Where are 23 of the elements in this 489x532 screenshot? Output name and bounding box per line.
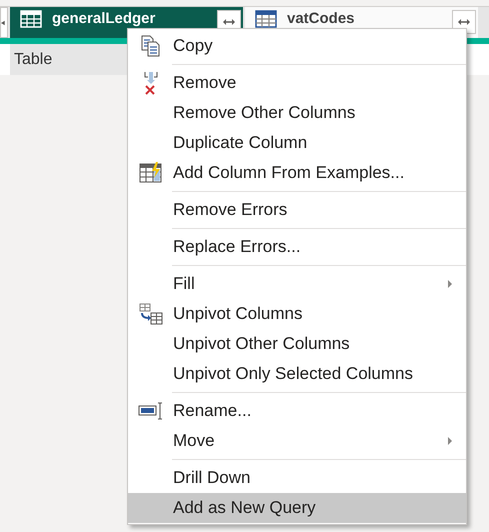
menu-item[interactable]: Unpivot Only Selected Columns [128,359,466,389]
menu-item[interactable]: Remove Other Columns [128,98,466,128]
menu-item[interactable]: Unpivot Other Columns [128,329,466,359]
expand-icon [223,18,235,26]
copy-icon [140,35,162,57]
menu-item[interactable]: Remove Errors [128,195,466,225]
expand-icon [458,18,470,26]
table-lightning-icon [138,162,162,184]
menu-item[interactable]: Add as New Query [128,493,466,523]
menu-item[interactable]: Replace Errors... [128,232,466,262]
column-title: generalLedger [52,10,156,27]
menu-item[interactable]: Unpivot Columns [128,299,466,329]
menu-item[interactable]: Rename... [128,396,466,426]
table-icon [20,10,42,28]
menu-item[interactable]: Duplicate Column [128,128,466,158]
menu-item[interactable]: Fill [128,269,466,299]
menu-item[interactable]: Drill Down [128,463,466,493]
unpivot-icon [138,303,162,325]
menu-item[interactable]: Move [128,426,466,456]
column-title: vatCodes [287,10,356,27]
menu-item[interactable]: Add Column From Examples... [128,158,466,188]
rename-icon [138,401,164,421]
expand-button[interactable] [0,7,8,38]
